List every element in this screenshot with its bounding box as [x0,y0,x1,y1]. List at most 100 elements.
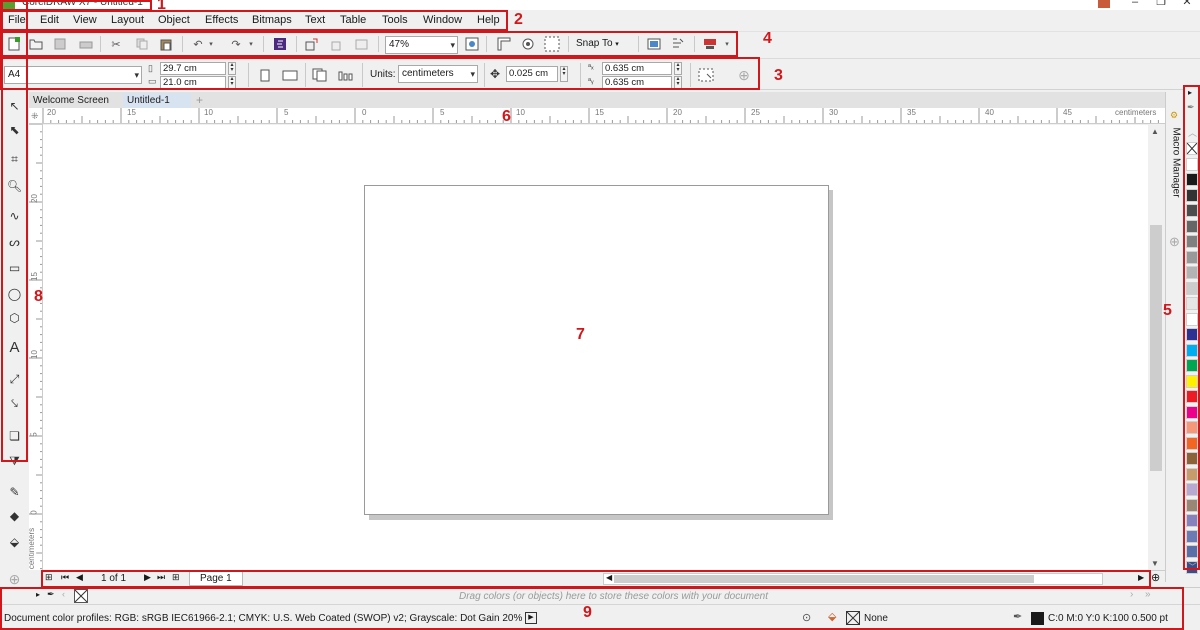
doc-palette-eyedropper-icon[interactable]: ✒ [47,589,55,600]
color-swatch[interactable] [1186,436,1198,450]
palette-menu-icon[interactable]: ▸ [1188,88,1192,97]
add-page-icon[interactable]: ⊞ [45,572,53,583]
color-swatch[interactable] [1186,312,1198,326]
paste-icon[interactable] [158,36,174,52]
save-icon[interactable] [52,36,68,52]
color-swatch[interactable] [1186,219,1198,233]
height-spinner[interactable]: ▴ ▾ [228,76,236,89]
menu-edit[interactable]: Edit [40,14,59,26]
duplicate-distance-x-field[interactable]: 0.635 cm [602,62,672,75]
color-swatch[interactable] [1186,188,1198,202]
add-icon[interactable]: ⊕ [736,67,752,83]
color-swatch[interactable] [1186,405,1198,419]
treat-as-filled-icon[interactable] [698,67,714,83]
export-icon[interactable] [330,36,346,52]
horizontal-ruler[interactable]: 20 15 10 5 0 5 10 15 20 25 30 35 40 45 c… [43,108,1165,124]
no-color-swatch[interactable] [1186,142,1198,155]
menu-help[interactable]: Help [477,14,500,26]
eyedropper-tool-icon[interactable]: ✎ [5,482,24,501]
new-document-icon[interactable] [6,36,22,52]
tab-untitled-1[interactable]: Untitled-1 [123,93,191,108]
doc-palette-left-icon[interactable]: ‹ [62,589,65,599]
color-swatch[interactable] [1186,204,1198,217]
color-swatch[interactable] [1186,173,1198,186]
document-info-icon[interactable]: ⊙ [802,611,811,624]
freehand-tool-icon[interactable]: ∿ [5,206,24,225]
scroll-down-icon[interactable]: ▼ [1151,559,1159,568]
tab-welcome-screen[interactable]: Welcome Screen [29,93,122,108]
text-tool-icon[interactable]: A [5,338,24,357]
connector-tool-icon[interactable]: ⤥ [5,394,24,413]
parallel-dimension-tool-icon[interactable]: ⤢ [5,370,24,389]
macro-manager-tab[interactable]: Macro Manager [1171,128,1182,208]
color-swatch[interactable] [1186,297,1198,310]
color-swatch[interactable] [1186,514,1198,527]
color-swatch[interactable] [1186,374,1198,388]
nudge-distance-field[interactable]: 0.025 cm [506,66,558,82]
smart-fill-tool-icon[interactable]: ⬙ [5,532,24,551]
publish-pdf-icon[interactable] [354,36,370,52]
rectangle-tool-icon[interactable]: ▭ [5,258,24,277]
add-docker-icon[interactable]: ⊕ [1169,234,1180,250]
color-swatch[interactable] [1186,250,1198,264]
color-swatch[interactable] [1186,328,1198,341]
new-tab-icon[interactable]: + [192,93,210,108]
current-page-icon[interactable] [338,67,354,83]
search-content-icon[interactable] [272,36,288,52]
horizontal-scrollbar[interactable] [603,573,1103,585]
nudge-spinner[interactable]: ▴ ▾ [560,66,568,82]
color-swatch[interactable] [1186,235,1198,248]
interactive-fill-tool-icon[interactable]: ◆ [5,506,24,525]
zoom-tool-icon[interactable]: 🔍︎ [5,176,24,195]
undo-icon[interactable]: ↶ [190,36,206,52]
restore-button[interactable]: ❐ [1152,0,1170,8]
duplicate-x-spinner[interactable]: ▴ ▾ [674,62,682,75]
scroll-left-icon[interactable]: ◀ [606,573,612,582]
duplicate-distance-y-field[interactable]: 0.635 cm [602,76,672,89]
transparency-tool-icon[interactable]: ⧩ [5,452,24,471]
menu-layout[interactable]: Layout [111,14,144,26]
color-swatch[interactable] [1186,545,1198,558]
scroll-right-icon[interactable]: ▶ [1138,573,1144,582]
page-height-field[interactable]: 21.0 cm [160,76,226,89]
application-launcher-icon[interactable] [702,36,718,52]
play-icon[interactable]: ▶ [525,612,537,624]
page-tab[interactable]: Page 1 [189,571,243,586]
menu-bitmaps[interactable]: Bitmaps [252,14,292,26]
ellipse-tool-icon[interactable]: ◯ [5,284,24,303]
no-color-swatch[interactable] [74,589,88,603]
landscape-icon[interactable] [282,67,298,83]
width-spinner[interactable]: ▴ ▾ [228,62,236,75]
paper-size-select[interactable]: A4 ▾ [4,66,142,84]
macro-manager-icon[interactable]: ⚙ [1170,110,1178,121]
vertical-ruler[interactable]: 20 15 10 5 0 centimeters [29,124,43,570]
full-screen-preview-icon[interactable] [464,36,480,52]
menu-view[interactable]: View [73,14,97,26]
copy-icon[interactable] [134,36,150,52]
chevron-down-icon[interactable]: ▾ [722,36,732,52]
palette-scroll-up-icon[interactable]: ︿ [1188,126,1197,139]
import-icon[interactable] [304,36,320,52]
add-page-after-icon[interactable]: ⊞ [172,572,180,583]
color-swatch[interactable] [1186,266,1198,279]
color-swatch[interactable] [1186,483,1198,496]
zoom-one-shot-icon[interactable]: ⊕ [1151,571,1160,584]
prev-page-icon[interactable]: ◀ [76,572,83,583]
close-button[interactable]: ✕ [1178,0,1196,8]
next-page-icon[interactable]: ▶ [144,572,151,583]
last-page-icon[interactable]: ⏭ [157,572,165,583]
shape-tool-icon[interactable]: ⬉ [5,120,24,139]
pick-tool-icon[interactable]: ↖ [5,96,24,115]
palette-scroll-down-icon[interactable]: ﹀ [1188,560,1197,573]
drawing-page[interactable] [364,185,829,515]
color-swatch[interactable] [1186,467,1198,481]
show-guidelines-icon[interactable] [544,36,560,52]
menu-tools[interactable]: Tools [382,14,408,26]
menu-text[interactable]: Text [305,14,325,26]
horizontal-scroll-thumb[interactable] [614,575,1034,583]
undo-dropdown-icon[interactable]: ▾ [206,36,216,52]
open-icon[interactable] [28,36,44,52]
color-swatch[interactable] [1186,343,1198,357]
snap-to-dropdown[interactable]: Snap To ▾ [576,38,619,49]
show-rulers-icon[interactable] [496,36,512,52]
